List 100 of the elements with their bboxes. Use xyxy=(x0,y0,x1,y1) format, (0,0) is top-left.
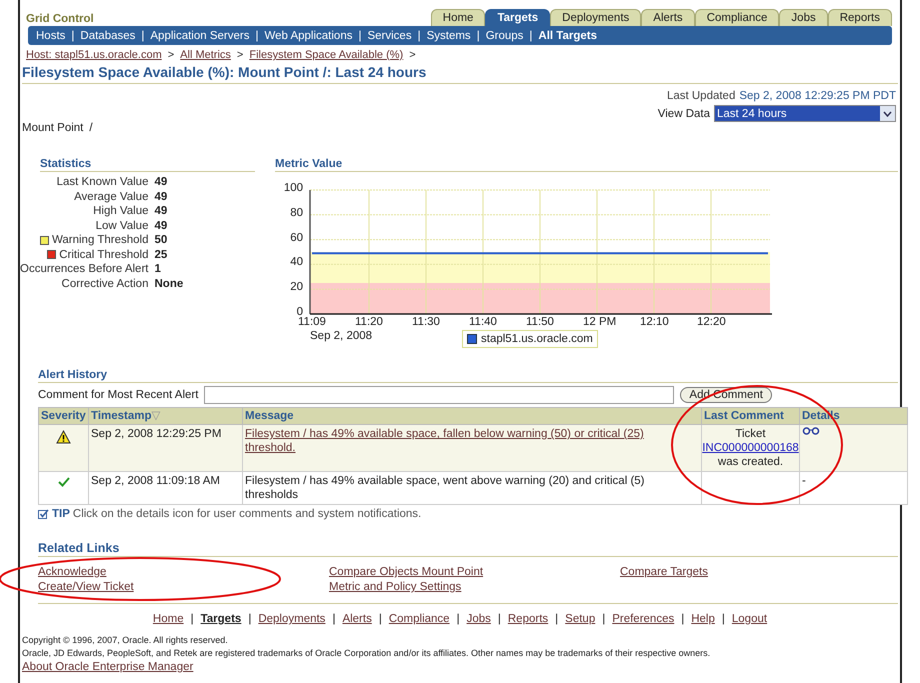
comment-input-field[interactable] xyxy=(204,386,674,404)
sub-navigation-link[interactable]: All Targets xyxy=(538,28,597,42)
footer-link[interactable]: Targets xyxy=(200,612,242,626)
separator: | xyxy=(722,612,725,626)
nav-tab[interactable]: Reports xyxy=(828,9,892,26)
sub-navigation-link[interactable]: Web Applications xyxy=(264,28,352,42)
y-tick-label: 80 xyxy=(289,208,303,220)
footer-link[interactable]: Deployments xyxy=(258,612,326,626)
related-link[interactable]: Compare Objects Mount Point xyxy=(329,565,484,580)
nav-tab[interactable]: Deployments xyxy=(550,9,642,26)
y-tick-label: 100 xyxy=(282,183,303,194)
footer-link[interactable]: Home xyxy=(152,612,184,626)
statistic-label: High Value xyxy=(93,204,148,218)
comment-label: Comment for Most Recent Alert xyxy=(38,388,198,402)
footer-link[interactable]: Compliance xyxy=(388,612,450,626)
separator: | xyxy=(358,28,362,42)
separator: | xyxy=(456,612,460,626)
nav-tab[interactable]: Alerts xyxy=(641,9,695,26)
footer-link[interactable]: Preferences xyxy=(612,612,674,626)
footer-link[interactable]: Alerts xyxy=(342,612,372,626)
last-updated-label: Last Updated xyxy=(666,89,736,103)
comment-text: Ticket xyxy=(734,427,767,441)
statistic-value: 50 xyxy=(154,233,168,248)
separator: | xyxy=(378,612,382,626)
comment-text: was created. xyxy=(716,455,784,469)
section-heading: Related Links xyxy=(38,541,120,555)
view-data-label: View Data xyxy=(658,106,710,120)
breadcrumb-link[interactable]: Host: stapl51.us.oracle.com xyxy=(26,48,162,62)
statistic-label: Warning Threshold xyxy=(52,233,148,248)
statistic-value: 25 xyxy=(154,248,168,262)
separator: | xyxy=(418,28,421,42)
x-tick-label: 11:50 xyxy=(526,317,554,328)
sub-navigation-link[interactable]: Application Servers xyxy=(150,28,250,42)
separator: | xyxy=(476,28,480,42)
y-tick-label: 0 xyxy=(296,307,303,318)
checkbox-icon xyxy=(38,508,49,520)
footer-link[interactable]: Logout xyxy=(732,612,768,626)
trademark-text: Oracle, JD Edwards, PeopleSoft, and Retek are registered trademarks of Oracle Corporation and/or its affiliates. Other names may be trademarks of their respective owners. xyxy=(22,647,712,660)
breadcrumb-link[interactable]: All Metrics xyxy=(180,48,231,62)
tip-label: TIP xyxy=(52,507,70,521)
breadcrumb-link[interactable]: Filesystem Space Available (%) xyxy=(249,48,404,62)
separator: | xyxy=(248,612,252,626)
sub-navigation-link[interactable]: Systems xyxy=(426,28,471,42)
sub-navigation-link[interactable]: Services xyxy=(367,28,412,42)
footer-link[interactable]: Setup xyxy=(565,612,596,626)
view-data-dropdown[interactable]: Last 24 hours xyxy=(714,105,896,122)
x-tick-label: 12 PM xyxy=(583,317,616,328)
footer-link[interactable]: Jobs xyxy=(466,612,491,626)
statistic-label: Average Value xyxy=(74,190,148,204)
nav-tab[interactable]: Home xyxy=(430,9,486,26)
statistic-value: 49 xyxy=(154,190,168,204)
statistic-value: 49 xyxy=(154,204,168,218)
statistic-value: 49 xyxy=(154,175,168,190)
legend-label: stapl51.us.oracle.com xyxy=(481,332,593,346)
footer-link[interactable]: Reports xyxy=(508,612,548,626)
x-tick-label: 12:20 xyxy=(697,317,726,328)
column-header: Timestamp▽ xyxy=(88,408,242,424)
related-link[interactable]: Metric and Policy Settings xyxy=(329,580,462,595)
separator: | xyxy=(141,28,144,42)
separator: | xyxy=(498,612,501,626)
x-tick-label: 11:30 xyxy=(412,317,440,328)
separator: | xyxy=(602,612,606,626)
x-tick-label: 11:09 xyxy=(298,317,326,328)
section-heading: Statistics xyxy=(40,158,92,170)
separator: | xyxy=(681,612,684,626)
sub-navigation-link[interactable]: Groups xyxy=(486,28,524,42)
section-heading: Metric Value xyxy=(275,158,342,170)
breadcrumb-separator: > xyxy=(409,48,416,62)
column-header: Last Comment xyxy=(702,408,800,424)
mount-point-value: / xyxy=(89,121,93,135)
chevron-down-icon xyxy=(880,106,895,121)
checkmark-icon xyxy=(58,477,70,487)
x-tick-label: 11:40 xyxy=(469,317,497,328)
mount-point-label: Mount Point xyxy=(22,121,84,135)
table-cell: - xyxy=(802,475,806,487)
sub-navigation-link[interactable]: Databases xyxy=(80,28,136,42)
footer-link[interactable]: Help xyxy=(691,612,715,626)
y-tick-label: 20 xyxy=(289,282,303,294)
statistic-label: Occurrences Before Alert xyxy=(20,262,148,276)
sub-navigation-link[interactable]: Hosts xyxy=(36,28,66,42)
table-cell: Sep 2, 2008 11:09:18 AM xyxy=(88,472,242,504)
statistic-value: 1 xyxy=(154,262,162,276)
y-tick-label: 40 xyxy=(289,257,303,269)
about-link[interactable]: About Oracle Enterprise Manager xyxy=(22,660,194,674)
statistic-label: Critical Threshold xyxy=(59,248,148,262)
nav-tab[interactable]: Targets xyxy=(485,9,550,26)
statistic-label: Last Known Value xyxy=(56,175,148,190)
page-title: Filesystem Space Available (%): Mount Point /: Last 24 hours xyxy=(22,64,426,80)
related-link[interactable]: Acknowledge xyxy=(38,565,106,580)
separator: | xyxy=(529,28,532,42)
related-link[interactable]: Compare Targets xyxy=(620,565,708,580)
copyright-text: Copyright © 1996, 2007, Oracle. All rights reserved. xyxy=(22,634,229,647)
statistic-label: Corrective Action xyxy=(62,276,148,291)
nav-tab[interactable]: Compliance xyxy=(694,9,780,26)
ticket-link[interactable]: INC000000000168 xyxy=(702,441,799,455)
nav-tab[interactable]: Jobs xyxy=(779,9,828,26)
section-heading: Alert History xyxy=(38,369,108,381)
glasses-icon[interactable] xyxy=(802,427,820,435)
breadcrumb-separator: > xyxy=(168,48,174,62)
related-link[interactable]: Create/View Ticket xyxy=(38,580,134,595)
